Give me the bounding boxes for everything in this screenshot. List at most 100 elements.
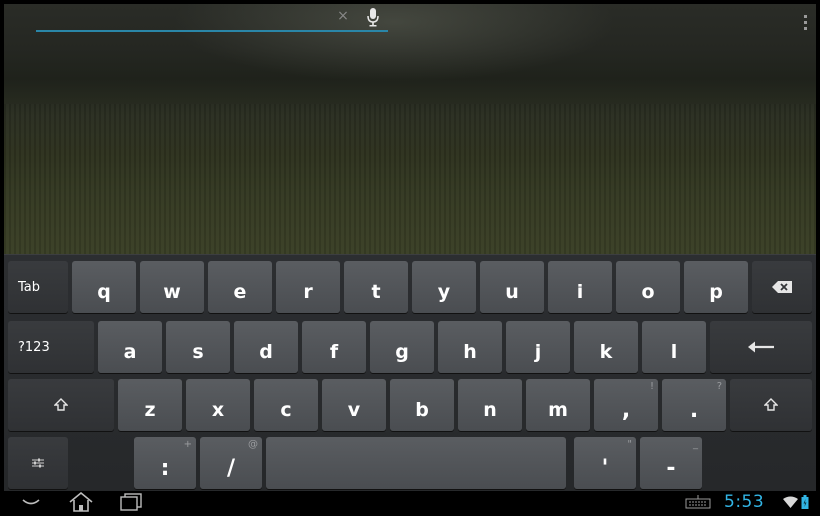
key-label: c: [280, 399, 292, 421]
key-g[interactable]: g: [370, 321, 434, 373]
key-o[interactable]: o: [616, 261, 680, 313]
key-label: f: [329, 341, 339, 363]
key-hint: +: [183, 439, 192, 450]
tab-key-label: Tab: [18, 279, 41, 295]
key-label: -: [666, 455, 676, 481]
battery-icon: [800, 492, 810, 512]
key-t[interactable]: t: [344, 261, 408, 313]
shift-key-left[interactable]: [8, 379, 114, 431]
search-bar: ×: [36, 6, 388, 32]
key-label: a: [123, 341, 137, 363]
key-k[interactable]: k: [574, 321, 638, 373]
back-hide-keyboard-icon[interactable]: [20, 492, 42, 512]
settings-key[interactable]: [8, 437, 68, 489]
key-label: h: [463, 341, 477, 363]
apostrophe-key[interactable]: ' ": [574, 437, 636, 489]
key-label: i: [576, 281, 584, 303]
colon-key[interactable]: : +: [134, 437, 196, 489]
key-n[interactable]: n: [458, 379, 522, 431]
key-label: z: [144, 399, 156, 421]
system-navigation-bar: 5:53: [4, 491, 816, 512]
key-hint: !: [649, 381, 654, 392]
key-hint: @: [248, 439, 258, 450]
home-icon[interactable]: [66, 492, 96, 512]
wifi-icon: [782, 492, 798, 512]
key-label: r: [303, 281, 313, 303]
key-x[interactable]: x: [186, 379, 250, 431]
soft-keyboard: Tab q w e r t y u i o p ?123 a s d f g h: [4, 254, 816, 491]
key-label: u: [505, 281, 519, 303]
key-i[interactable]: i: [548, 261, 612, 313]
recent-apps-icon[interactable]: [118, 492, 144, 512]
key-z[interactable]: z: [118, 379, 182, 431]
symbols-key[interactable]: ?123: [8, 321, 94, 373]
key-label: ': [601, 455, 609, 481]
key-label: d: [259, 341, 273, 363]
key-w[interactable]: w: [140, 261, 204, 313]
keyboard-icon: [684, 492, 712, 512]
settings-sliders-icon: [32, 458, 44, 468]
overflow-menu-icon[interactable]: [801, 14, 809, 32]
backspace-icon: [772, 281, 792, 293]
key-label: j: [534, 341, 542, 363]
backspace-key[interactable]: [752, 261, 812, 313]
slash-key[interactable]: / @: [200, 437, 262, 489]
key-u[interactable]: u: [480, 261, 544, 313]
key-label: /: [226, 455, 236, 481]
key-v[interactable]: v: [322, 379, 386, 431]
key-label: t: [371, 281, 381, 303]
key-label: ,: [621, 397, 631, 423]
close-icon[interactable]: ×: [336, 9, 350, 23]
key-a[interactable]: a: [98, 321, 162, 373]
key-y[interactable]: y: [412, 261, 476, 313]
key-label: y: [437, 281, 451, 303]
key-label: g: [395, 341, 409, 363]
shift-key-right[interactable]: [730, 379, 812, 431]
key-label: w: [163, 281, 181, 303]
key-label: l: [670, 341, 678, 363]
comma-key[interactable]: , !: [594, 379, 658, 431]
key-hint: ": [627, 439, 632, 450]
key-label: m: [548, 399, 568, 421]
key-label: k: [599, 341, 613, 363]
symbols-key-label: ?123: [18, 339, 50, 355]
key-p[interactable]: p: [684, 261, 748, 313]
key-j[interactable]: j: [506, 321, 570, 373]
key-m[interactable]: m: [526, 379, 590, 431]
key-c[interactable]: c: [254, 379, 318, 431]
android-screen: × Tab q w e r t y u i o p ?123 a s d f g…: [4, 4, 816, 512]
key-hint: ?: [716, 381, 722, 392]
status-clock: 5:53: [724, 492, 765, 512]
space-key[interactable]: [266, 437, 566, 489]
tab-key[interactable]: Tab: [8, 261, 68, 313]
key-label: b: [415, 399, 429, 421]
key-f[interactable]: f: [302, 321, 366, 373]
shift-arrow-icon: [54, 398, 68, 412]
shift-arrow-icon: [764, 398, 778, 412]
key-e[interactable]: e: [208, 261, 272, 313]
key-d[interactable]: d: [234, 321, 298, 373]
period-key[interactable]: . ?: [662, 379, 726, 431]
microphone-icon[interactable]: [366, 7, 380, 27]
key-label: v: [347, 399, 361, 421]
key-label: .: [689, 397, 699, 423]
key-hint: _: [693, 439, 698, 450]
enter-key[interactable]: [710, 321, 812, 373]
search-input[interactable]: [36, 8, 326, 28]
enter-arrow-icon: [748, 341, 774, 353]
key-label: x: [211, 399, 225, 421]
key-l[interactable]: l: [642, 321, 706, 373]
key-label: o: [641, 281, 655, 303]
key-r[interactable]: r: [276, 261, 340, 313]
key-q[interactable]: q: [72, 261, 136, 313]
key-label: :: [160, 455, 170, 481]
key-label: e: [233, 281, 247, 303]
key-label: q: [97, 281, 111, 303]
key-h[interactable]: h: [438, 321, 502, 373]
key-b[interactable]: b: [390, 379, 454, 431]
key-s[interactable]: s: [166, 321, 230, 373]
key-label: p: [709, 281, 723, 303]
dash-key[interactable]: - _: [640, 437, 702, 489]
key-label: n: [483, 399, 497, 421]
key-label: s: [192, 341, 204, 363]
